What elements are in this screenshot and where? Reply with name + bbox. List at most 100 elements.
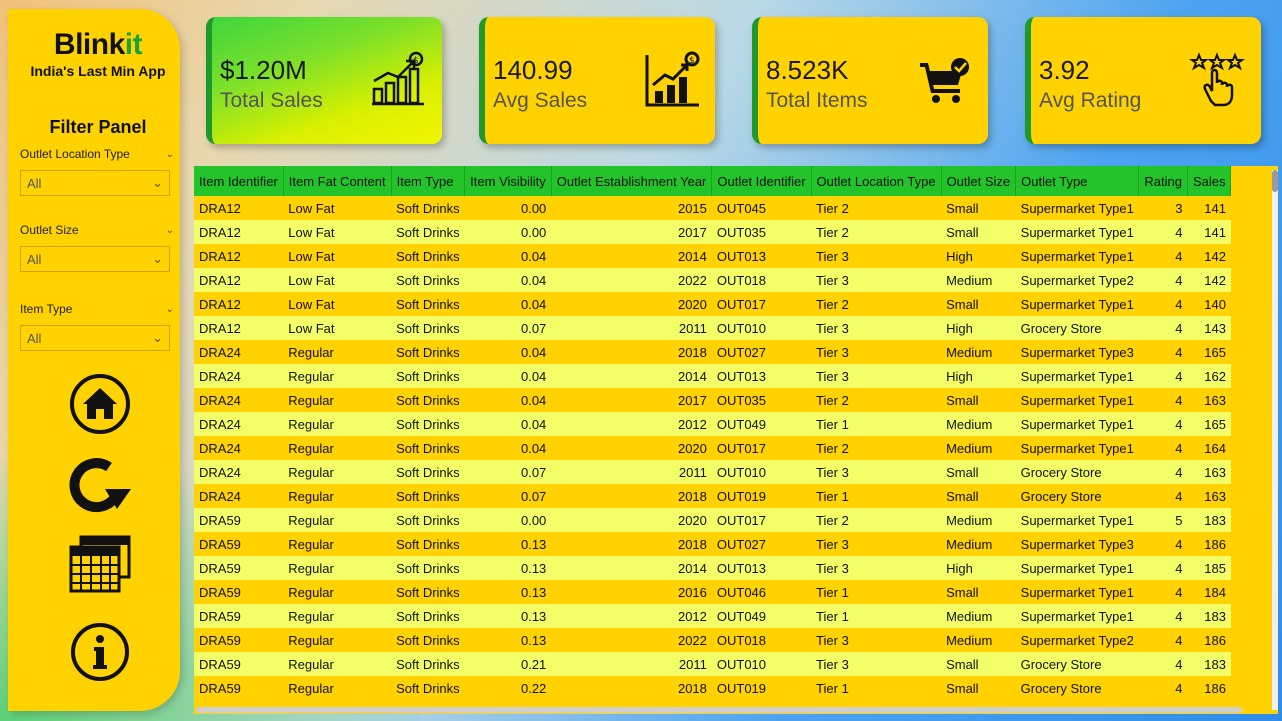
table-cell: Tier 2 xyxy=(811,196,942,220)
table-cell: 0.13 xyxy=(464,556,552,580)
table-row[interactable]: DRA24 Regular Soft Drinks 0.04 2020 OUT017 Tie… xyxy=(194,436,1231,460)
table-cell: High xyxy=(941,364,1016,388)
table-row[interactable]: DRA24 Regular Soft Drinks 0.07 2011 OUT010 Tie… xyxy=(194,460,1231,484)
table-cell: OUT013 xyxy=(711,556,812,580)
table-cell: Soft Drinks xyxy=(391,412,465,436)
table-row[interactable]: DRA12 Low Fat Soft Drinks 0.00 2015 OUT045 Tie… xyxy=(194,196,1231,220)
table-cell: Tier 3 xyxy=(811,532,942,556)
table-cell: Tier 1 xyxy=(811,484,942,508)
column-header[interactable]: Outlet Establishment Year xyxy=(551,166,713,196)
sales-data-table[interactable]: Item Identifier Item Fat Content Item Ty… xyxy=(194,166,1278,714)
home-icon[interactable] xyxy=(60,369,140,439)
table-row[interactable]: DRA24 Regular Soft Drinks 0.07 2018 OUT019 Tie… xyxy=(194,484,1231,508)
column-header[interactable]: Outlet Location Type xyxy=(811,166,942,196)
table-cell: 185 xyxy=(1187,556,1231,580)
chevron-down-icon: ⌄ xyxy=(152,251,163,266)
filter-label[interactable]: Item Type ⌄ xyxy=(20,302,180,316)
table-cell: Low Fat xyxy=(283,220,392,244)
table-cell: 164 xyxy=(1187,436,1231,460)
table-cell: 0.13 xyxy=(464,580,552,604)
table-header-row: Item Identifier Item Fat Content Item Ty… xyxy=(194,166,1232,196)
table-cell: Soft Drinks xyxy=(391,196,465,220)
table-cell: DRA12 xyxy=(194,316,284,340)
horizontal-scrollbar[interactable] xyxy=(196,707,1242,713)
info-icon[interactable] xyxy=(60,617,140,687)
table-cell: Grocery Store xyxy=(1015,460,1139,484)
table-cell: Soft Drinks xyxy=(391,316,465,340)
table-cell: OUT027 xyxy=(711,340,812,364)
table-row[interactable]: DRA24 Regular Soft Drinks 0.04 2017 OUT035 Tie… xyxy=(194,388,1231,412)
table-cell: Regular xyxy=(283,628,392,652)
table-cell: DRA12 xyxy=(194,220,284,244)
select-value: All xyxy=(27,330,42,346)
table-cell: Tier 3 xyxy=(811,364,942,388)
table-cell: Tier 3 xyxy=(811,652,942,676)
table-cell: 4 xyxy=(1138,628,1188,652)
column-header[interactable]: Sales xyxy=(1187,166,1232,196)
table-cell: Supermarket Type1 xyxy=(1015,388,1139,412)
table-cell: Tier 3 xyxy=(811,556,942,580)
chevron-down-icon: ⌄ xyxy=(165,224,174,236)
table-row[interactable]: DRA12 Low Fat Soft Drinks 0.04 2020 OUT017 Tie… xyxy=(194,292,1231,316)
table-cell: OUT010 xyxy=(711,652,812,676)
table-cell: Soft Drinks xyxy=(391,676,465,700)
table-cell: Soft Drinks xyxy=(391,604,465,628)
table-row[interactable]: DRA24 Regular Soft Drinks 0.04 2018 OUT027 Tie… xyxy=(194,340,1231,364)
scrollbar-thumb[interactable] xyxy=(1272,170,1278,192)
table-cell: Grocery Store xyxy=(1015,652,1139,676)
column-header[interactable]: Rating xyxy=(1138,166,1188,196)
filter-label[interactable]: Outlet Location Type ⌄ xyxy=(20,147,180,161)
item-type-select[interactable]: All ⌄ xyxy=(20,325,170,351)
column-header[interactable]: Outlet Type xyxy=(1015,166,1140,196)
vertical-scrollbar[interactable] xyxy=(1272,170,1278,710)
table-cell: 2012 xyxy=(551,604,712,628)
table-cell: 183 xyxy=(1187,508,1231,532)
outlet-location-type-select[interactable]: All ⌄ xyxy=(20,170,170,196)
table-cell: DRA24 xyxy=(194,460,284,484)
table-cell: 3 xyxy=(1138,196,1188,220)
table-row[interactable]: DRA59 Regular Soft Drinks 0.13 2014 OUT013 Tie… xyxy=(194,556,1231,580)
table-cell: Supermarket Type1 xyxy=(1015,556,1139,580)
table-cell: 0.07 xyxy=(464,460,552,484)
select-value: All xyxy=(27,251,42,267)
table-row[interactable]: DRA59 Regular Soft Drinks 0.21 2011 OUT010 Tie… xyxy=(194,652,1231,676)
table-cell: 4 xyxy=(1138,460,1188,484)
table-row[interactable]: DRA12 Low Fat Soft Drinks 0.04 2014 OUT013 Tie… xyxy=(194,244,1231,268)
filter-label[interactable]: Outlet Size ⌄ xyxy=(20,223,180,237)
bar-chart-dollar-icon: $ xyxy=(645,51,700,107)
column-header[interactable]: Outlet Identifier xyxy=(711,166,812,196)
table-row[interactable]: DRA24 Regular Soft Drinks 0.04 2014 OUT013 Tie… xyxy=(194,364,1231,388)
table-cell: DRA24 xyxy=(194,388,284,412)
table-cell: DRA59 xyxy=(194,556,284,580)
outlet-size-select[interactable]: All ⌄ xyxy=(20,246,170,272)
table-row[interactable]: DRA12 Low Fat Soft Drinks 0.07 2011 OUT010 Tie… xyxy=(194,316,1231,340)
table-cell: 2011 xyxy=(551,652,712,676)
sales-chart-icon: $ xyxy=(372,51,424,106)
table-cell: Supermarket Type1 xyxy=(1015,508,1139,532)
table-row[interactable]: DRA59 Regular Soft Drinks 0.13 2022 OUT018 Tie… xyxy=(194,628,1231,652)
table-row[interactable]: DRA12 Low Fat Soft Drinks 0.00 2017 OUT035 Tie… xyxy=(194,220,1231,244)
column-header[interactable]: Item Identifier xyxy=(194,166,284,196)
table-row[interactable]: DRA24 Regular Soft Drinks 0.04 2012 OUT049 Tie… xyxy=(194,412,1231,436)
table-cell: 2012 xyxy=(551,412,712,436)
refresh-icon[interactable] xyxy=(60,449,140,519)
column-header[interactable]: Item Visibility xyxy=(464,166,552,196)
column-header[interactable]: Item Type xyxy=(391,166,466,196)
calendar-icon[interactable] xyxy=(60,529,140,599)
brand-name-main: Blink xyxy=(53,28,125,61)
table-cell: 2016 xyxy=(551,580,712,604)
table-cell: 186 xyxy=(1187,676,1231,700)
table-cell: 0.04 xyxy=(464,292,552,316)
table-cell: OUT013 xyxy=(711,244,812,268)
table-row[interactable]: DRA59 Regular Soft Drinks 0.13 2012 OUT049 Tie… xyxy=(194,604,1231,628)
column-header[interactable]: Outlet Size xyxy=(941,166,1017,196)
kpi-label: Total Items xyxy=(766,89,868,112)
column-header[interactable]: Item Fat Content xyxy=(283,166,392,196)
table-row[interactable]: DRA12 Low Fat Soft Drinks 0.04 2022 OUT018 Tie… xyxy=(194,268,1231,292)
table-row[interactable]: DRA59 Regular Soft Drinks 0.13 2016 OUT046 Tie… xyxy=(194,580,1231,604)
table-row[interactable]: DRA59 Regular Soft Drinks 0.00 2020 OUT017 Tie… xyxy=(194,508,1231,532)
table-row[interactable]: DRA59 Regular Soft Drinks 0.13 2018 OUT027 Tie… xyxy=(194,532,1231,556)
table-row[interactable]: DRA59 Regular Soft Drinks 0.22 2018 OUT019 Tie… xyxy=(194,676,1231,700)
table-cell: 2017 xyxy=(551,220,712,244)
table-cell: Regular xyxy=(283,532,392,556)
